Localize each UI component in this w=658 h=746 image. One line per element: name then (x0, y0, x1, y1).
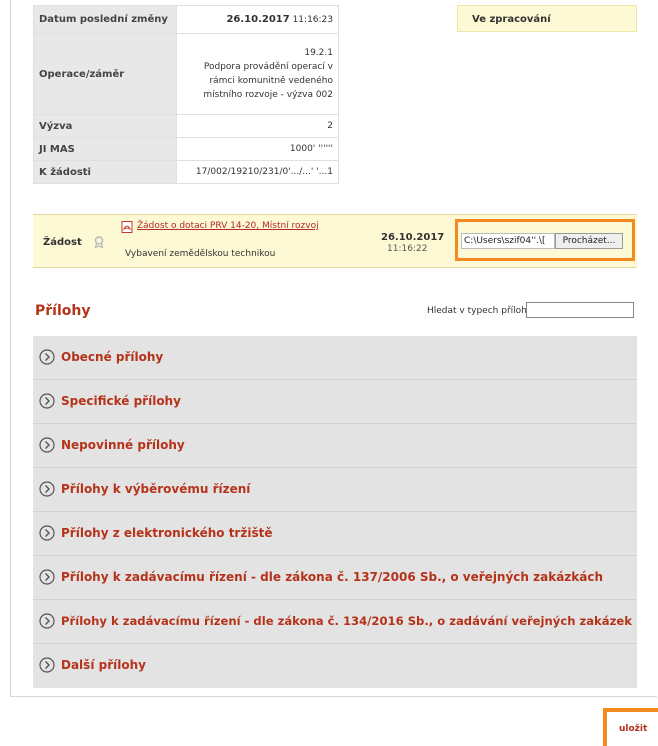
status-box: Ve zpracování (457, 5, 637, 32)
info-row-date: Datum poslední změny 26.10.2017 11:16:23 (33, 5, 339, 34)
date-value: 26.10.2017 11:16:23 (176, 5, 339, 34)
chevron-circle-icon (39, 657, 55, 673)
chevron-circle-icon (39, 349, 55, 365)
call-label: Výzva (33, 114, 177, 138)
chevron-circle-icon (39, 481, 55, 497)
zadost-time: 11:16:22 (387, 244, 428, 254)
info-row-call: Výzva 2 (33, 114, 339, 138)
date-label: Datum poslední změny (33, 5, 177, 34)
info-row-operation: Operace/záměr 19.2.1 Podpora provádění o… (33, 33, 339, 115)
section-elektronicke-trziste[interactable]: Přílohy z elektronického tržiště (33, 512, 637, 556)
chevron-circle-icon (39, 613, 55, 629)
zadost-label: Žádost (43, 237, 82, 248)
chevron-circle-icon (39, 437, 55, 453)
info-row-request: K žádosti 17/002/19210/231/0'.../...' '.… (33, 160, 339, 184)
zadost-subtitle: Vybavení zemědělskou technikou (125, 249, 276, 259)
attachment-sections: Obecné přílohy Specifické přílohy Nepovi… (33, 336, 637, 688)
chevron-circle-icon (39, 525, 55, 541)
section-label: Další přílohy (61, 658, 146, 672)
chevron-circle-icon (39, 393, 55, 409)
file-upload-highlight: C:\Users\szif04''.\[ Procházet... (455, 219, 635, 261)
section-label: Přílohy z elektronického tržiště (61, 526, 273, 540)
section-nepovinne-prilohy[interactable]: Nepovinné přílohy (33, 424, 637, 468)
section-obecne-prilohy[interactable]: Obecné přílohy (33, 336, 637, 380)
info-row-jimas: JI MAS 1000' '''''' (33, 137, 339, 161)
jimas-label: JI MAS (33, 137, 177, 161)
save-highlight: uložit (603, 708, 658, 746)
zadost-date: 26.10.2017 (381, 232, 445, 243)
section-zadavaci-rizeni-137[interactable]: Přílohy k zadávacímu řízení - dle zákona… (33, 556, 637, 600)
zadost-document-link[interactable]: Žádost o dotaci PRV 14-20, Místní rozvoj (137, 221, 319, 231)
section-label: Přílohy k zadávacímu řízení - dle zákona… (61, 570, 604, 584)
award-icon (94, 236, 104, 248)
section-dalsi-prilohy[interactable]: Další přílohy (33, 644, 637, 688)
jimas-value: 1000' '''''' (176, 137, 339, 161)
attachment-search-input[interactable] (526, 302, 634, 318)
section-label: Přílohy k zadávacímu řízení - dle zákona… (61, 614, 632, 628)
request-label: K žádosti (33, 160, 177, 184)
file-path-input[interactable]: C:\Users\szif04''.\[ (461, 233, 555, 249)
operation-label: Operace/záměr (33, 33, 177, 115)
prilohy-title: Přílohy (35, 303, 91, 319)
section-zadavaci-rizeni-134[interactable]: Přílohy k zadávacímu řízení - dle zákona… (33, 600, 637, 644)
call-value: 2 (176, 114, 339, 138)
search-label: Hledat v typech příloh: (427, 306, 530, 316)
chevron-circle-icon (39, 569, 55, 585)
section-specificke-prilohy[interactable]: Specifické přílohy (33, 380, 637, 424)
operation-value: 19.2.1 Podpora provádění operací v rámci… (176, 33, 339, 115)
section-label: Nepovinné přílohy (61, 438, 185, 452)
section-label: Obecné přílohy (61, 350, 164, 364)
section-label: Specifické přílohy (61, 394, 181, 408)
section-vyberove-rizeni[interactable]: Přílohy k výběrovému řízení (33, 468, 637, 512)
save-button[interactable]: uložit (619, 724, 647, 734)
request-value: 17/002/19210/231/0'.../...' '...1 (176, 160, 339, 184)
section-label: Přílohy k výběrovému řízení (61, 482, 251, 496)
browse-button[interactable]: Procházet... (555, 233, 623, 249)
info-table: Datum poslední změny 26.10.2017 11:16:23… (33, 5, 339, 184)
pdf-icon (121, 221, 133, 233)
